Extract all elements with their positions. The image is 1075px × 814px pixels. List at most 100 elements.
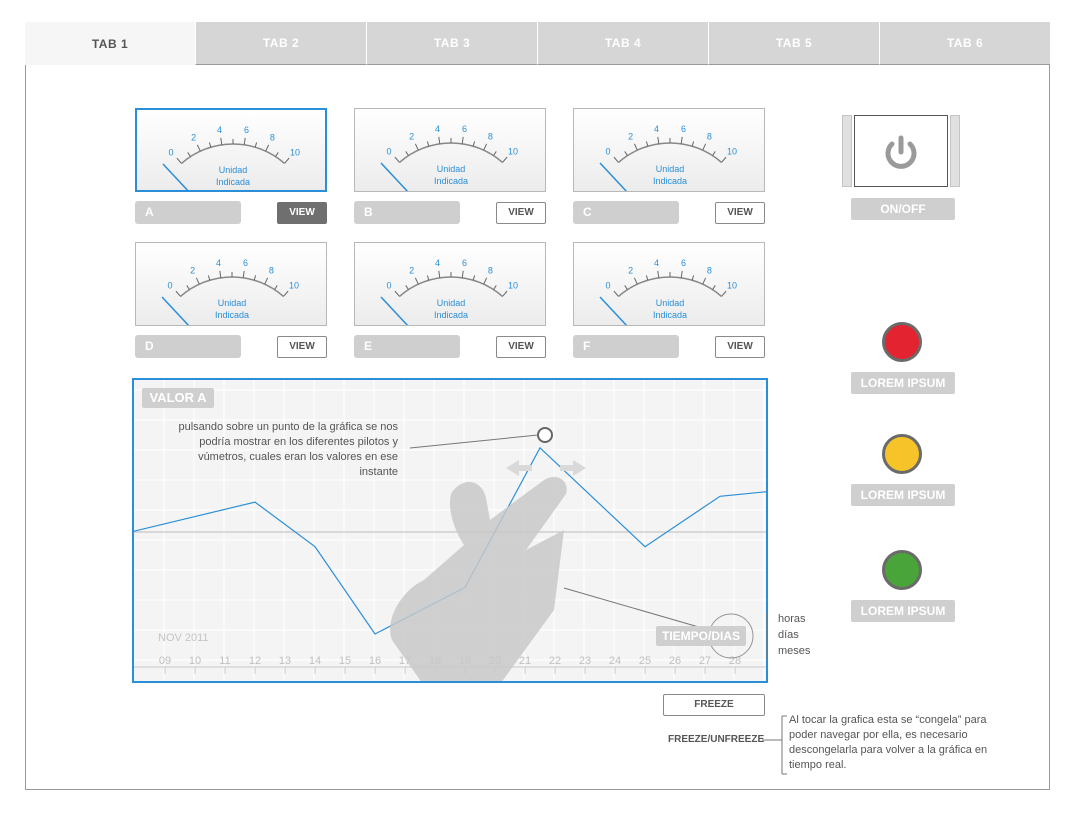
gauge-tick-label: 8 [270, 133, 275, 143]
arrow-right-icon [560, 460, 586, 476]
svg-text:Unidad: Unidad [656, 298, 685, 308]
gauge-needle [599, 296, 628, 325]
gauge-tick-label: 10 [289, 280, 299, 290]
svg-text:Unidad: Unidad [218, 298, 247, 308]
svg-text:Unidad: Unidad [437, 298, 466, 308]
gauge-label-a: A [135, 201, 241, 224]
svg-text:Indicada: Indicada [434, 176, 468, 186]
freeze-label: FREEZE/UNFREEZE [668, 734, 765, 745]
gauge-label-f: F [573, 335, 679, 358]
x-tick-label: 23 [579, 655, 591, 667]
gauge-tick-label: 0 [386, 280, 391, 290]
x-tick-label: 26 [669, 655, 681, 667]
gauge-tick-label: 2 [191, 133, 196, 143]
tab-6[interactable]: TAB 6 [879, 22, 1050, 65]
gauge-tick-label: 6 [681, 124, 686, 134]
view-button-f[interactable]: VIEW [715, 336, 765, 358]
gauge-tick-label: 8 [707, 266, 712, 276]
svg-text:Indicada: Indicada [434, 310, 468, 320]
gauge-tick-label: 10 [727, 280, 737, 290]
gauge-tick-label: 0 [605, 280, 610, 290]
status-light-3 [882, 550, 922, 590]
x-tick-label: 12 [249, 655, 261, 667]
tab-bar: TAB 1 TAB 2 TAB 3 TAB 4 TAB 5 TAB 6 [25, 22, 1050, 65]
tab-1[interactable]: TAB 1 [25, 22, 195, 65]
gauge-tick-label: 8 [269, 266, 274, 276]
time-options-bracket [766, 613, 768, 659]
freeze-button[interactable]: FREEZE [663, 694, 765, 716]
gauge-e: 0 2 4 6 8 10 Unidad Indicada [354, 242, 546, 326]
tab-5[interactable]: TAB 5 [708, 22, 879, 65]
view-button-a[interactable]: VIEW [277, 202, 327, 224]
x-tick-label: 14 [309, 655, 321, 667]
status-light-1 [882, 322, 922, 362]
gauge-label-d: D [135, 335, 241, 358]
gauge-tick-label: 2 [409, 132, 414, 142]
gauge-b: 0 2 4 6 8 10 Unidad Indicada [354, 108, 546, 192]
chart-title: VALOR A [142, 388, 214, 408]
gauge-tick-label: 0 [605, 146, 610, 156]
view-button-c[interactable]: VIEW [715, 202, 765, 224]
status-light-label-1: LOREM IPSUM [851, 372, 955, 394]
gauge-tick-label: 10 [508, 146, 518, 156]
tab-3[interactable]: TAB 3 [366, 22, 537, 65]
svg-text:Indicada: Indicada [216, 177, 250, 187]
x-tick-label: 11 [219, 655, 230, 667]
hand-gesture-icon [390, 476, 567, 681]
time-scale-button[interactable]: TIEMPO/DIAS [656, 626, 746, 646]
gauge-tick-label: 0 [167, 280, 172, 290]
view-button-e[interactable]: VIEW [496, 336, 546, 358]
gauge-needle [380, 162, 409, 191]
time-option-2[interactable]: días [778, 628, 799, 643]
gauge-tick-label: 6 [243, 258, 248, 268]
selected-point-marker [537, 427, 553, 443]
view-button-b[interactable]: VIEW [496, 202, 546, 224]
gauge-needle [161, 296, 190, 325]
svg-text:Unidad: Unidad [437, 164, 466, 174]
gauge-label-b: B [354, 201, 460, 224]
arrow-left-icon [506, 460, 532, 476]
gauge-tick-label: 2 [628, 266, 633, 276]
x-tick-label: 24 [609, 655, 621, 667]
x-tick-label: 27 [699, 655, 711, 667]
x-tick-label: 09 [159, 655, 171, 667]
status-light-2 [882, 434, 922, 474]
gauge-tick-label: 8 [707, 132, 712, 142]
gauge-tick-label: 4 [654, 258, 659, 268]
x-tick-label: 13 [279, 655, 291, 667]
svg-text:Indicada: Indicada [215, 310, 249, 320]
gauge-tick-label: 10 [290, 147, 300, 157]
svg-text:Unidad: Unidad [219, 165, 248, 175]
gauge-tick-label: 4 [435, 124, 440, 134]
tab-4[interactable]: TAB 4 [537, 22, 708, 65]
time-option-3[interactable]: meses [778, 644, 810, 659]
gauge-c: 0 2 4 6 8 10 Unidad Indicada [573, 108, 765, 192]
time-option-1[interactable]: horas [778, 612, 806, 627]
gauge-a: 0 2 4 6 8 10 Unidad Indicada [135, 108, 327, 192]
gauge-tick-label: 10 [508, 280, 518, 290]
svg-text:Unidad: Unidad [656, 164, 685, 174]
status-light-label-2: LOREM IPSUM [851, 484, 955, 506]
power-button[interactable] [842, 115, 960, 187]
tab-2[interactable]: TAB 2 [195, 22, 366, 65]
x-tick-label: 15 [339, 655, 351, 667]
gauge-tick-label: 10 [727, 146, 737, 156]
gauge-tick-label: 4 [217, 125, 222, 135]
gauge-needle [599, 162, 628, 191]
x-tick-label: 21 [519, 655, 531, 667]
gauge-needle [162, 163, 191, 192]
x-tick-label: 25 [639, 655, 651, 667]
status-light-label-3: LOREM IPSUM [851, 600, 955, 622]
gauge-tick-label: 0 [386, 146, 391, 156]
gauge-tick-label: 6 [244, 125, 249, 135]
gauge-tick-label: 4 [654, 124, 659, 134]
gauge-tick-label: 4 [435, 258, 440, 268]
view-button-d[interactable]: VIEW [277, 336, 327, 358]
chart-panel[interactable]: 0910111213141516171819202122232425262728… [132, 378, 768, 683]
gauge-tick-label: 8 [488, 132, 493, 142]
x-tick-label: 22 [549, 655, 561, 667]
power-icon [885, 135, 917, 169]
power-label: ON/OFF [851, 198, 955, 220]
gauge-d: 0 2 4 6 8 10 Unidad Indicada [135, 242, 327, 326]
gauge-needle [380, 296, 409, 325]
